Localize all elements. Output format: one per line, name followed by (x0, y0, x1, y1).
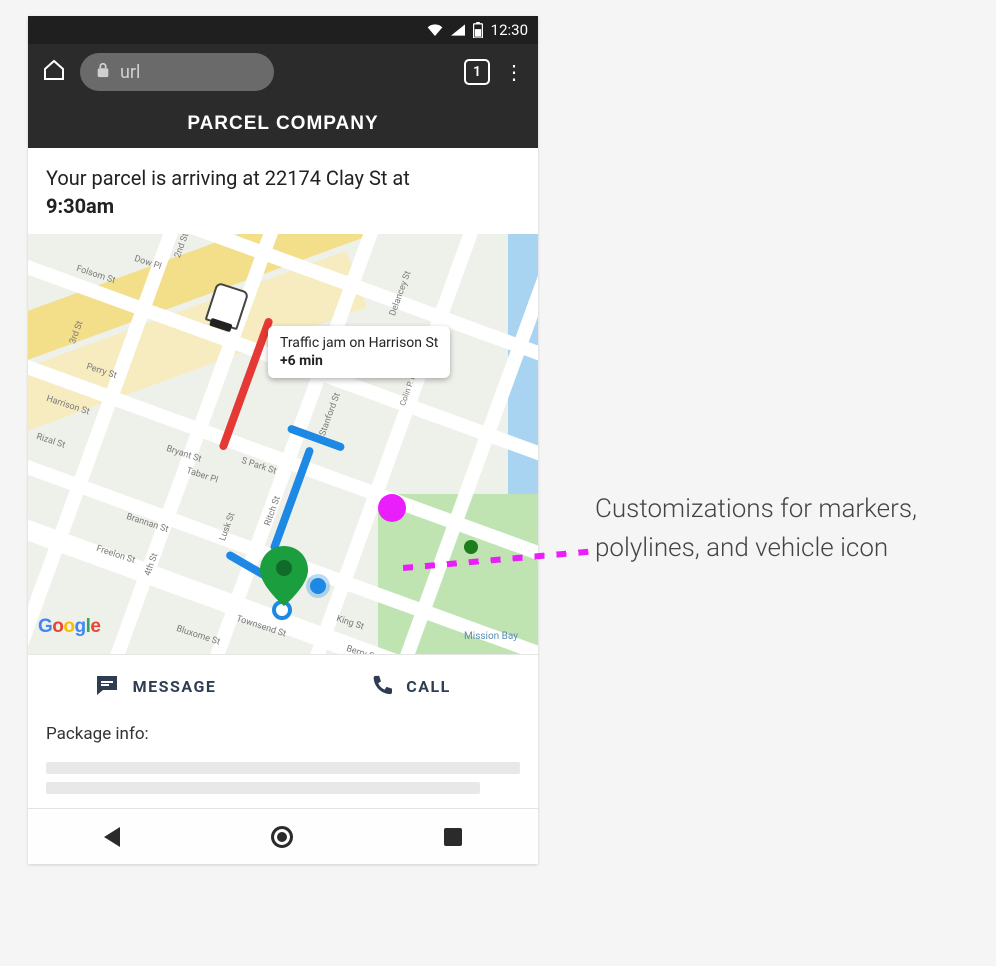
destination-marker-icon (260, 546, 308, 606)
street-label: Stanford St (318, 392, 343, 438)
street-label: King St (335, 614, 365, 632)
overflow-menu-icon[interactable]: ⋮ (504, 62, 524, 82)
street-label: Rizal St (35, 432, 66, 451)
street-label: Bluxome St (175, 624, 221, 648)
signal-icon (451, 24, 465, 36)
browser-toolbar: url 1 ⋮ (28, 44, 538, 100)
current-location-dot-icon (310, 578, 326, 594)
street-label: Taber Pl (185, 466, 219, 486)
nav-home-icon[interactable] (271, 826, 293, 848)
call-label: CALL (406, 677, 451, 696)
nav-recents-icon[interactable] (444, 828, 462, 846)
nav-back-icon[interactable] (104, 827, 120, 847)
annotation-highlight-dot (378, 494, 406, 522)
url-bar[interactable]: url (80, 53, 274, 91)
map-area-label: Mission Bay (464, 631, 518, 642)
package-info-label: Package info: (28, 718, 538, 754)
message-button[interactable]: MESSAGE (28, 655, 283, 718)
android-nav-bar (28, 808, 538, 864)
android-status-bar: 12:30 (28, 16, 538, 44)
tooltip-delay: +6 min (280, 352, 438, 370)
app-title: PARCEL COMPANY (28, 100, 538, 148)
park-tree-icon (464, 540, 478, 554)
message-icon (95, 673, 119, 701)
tab-count-button[interactable]: 1 (464, 59, 490, 85)
battery-icon (473, 22, 483, 38)
tracking-map[interactable]: Folsom St 2nd St 3rd St Harrison St Brya… (28, 234, 538, 654)
call-button[interactable]: CALL (283, 655, 538, 718)
traffic-tooltip: Traffic jam on Harrison St +6 min (268, 326, 450, 378)
tooltip-text: Traffic jam on Harrison St (280, 334, 438, 352)
eta-message: Your parcel is arriving at 22174 Clay St… (28, 148, 538, 234)
skeleton-line (46, 782, 480, 794)
wifi-icon (427, 24, 443, 36)
lock-icon (96, 62, 110, 83)
phone-frame: 12:30 url 1 ⋮ PARCEL COMPANY Your parcel… (28, 16, 538, 864)
annotation-callout: Customizations for markers, polylines, a… (595, 490, 925, 568)
home-icon[interactable] (42, 58, 66, 86)
phone-icon (370, 674, 392, 700)
action-bar: MESSAGE CALL (28, 654, 538, 718)
status-time: 12:30 (491, 21, 528, 39)
message-label: MESSAGE (133, 677, 217, 696)
url-text: url (120, 62, 140, 83)
eta-time: 9:30am (46, 194, 114, 218)
google-logo: Google (38, 616, 100, 638)
tab-count-value: 1 (473, 64, 481, 80)
skeleton-line (46, 762, 520, 774)
